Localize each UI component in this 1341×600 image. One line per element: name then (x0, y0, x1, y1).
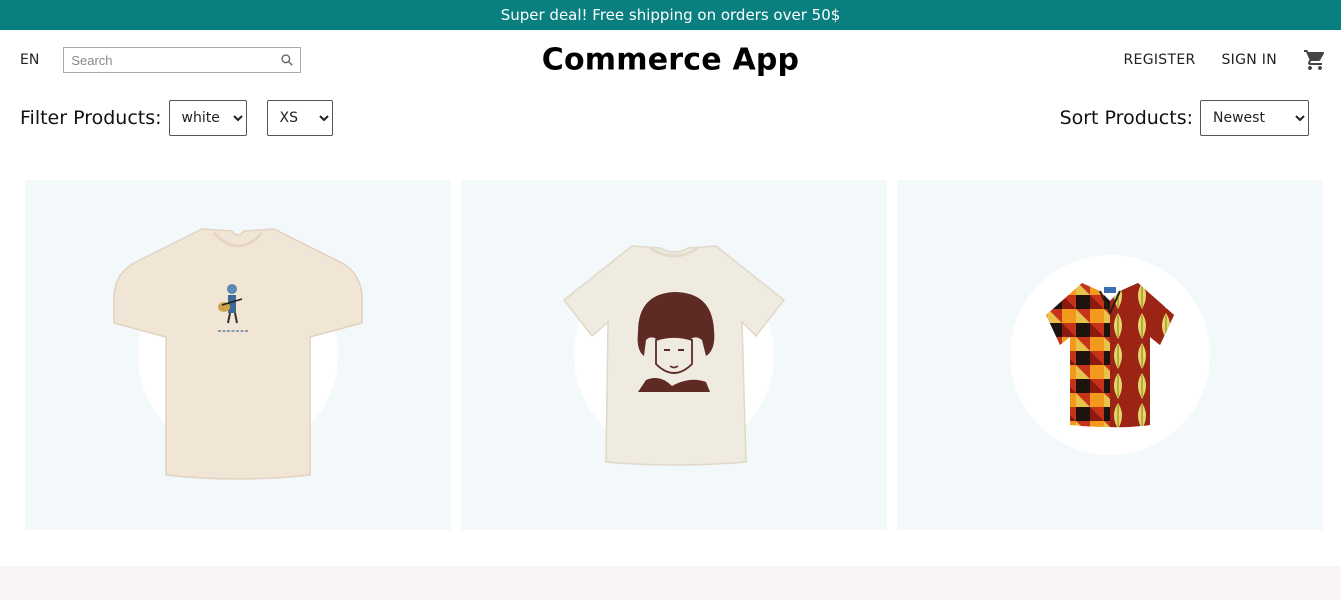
footer-section (0, 566, 1341, 600)
tshirt-guitar-print-icon (110, 225, 366, 485)
sort-select[interactable]: Newest (1200, 100, 1309, 136)
announcement-bar: Super deal! Free shipping on orders over… (0, 0, 1341, 30)
search-input[interactable] (69, 51, 281, 69)
product-card[interactable] (461, 180, 887, 530)
filter-products-title: Filter Products: (20, 107, 162, 129)
navbar-left: EN (20, 47, 302, 73)
size-filter-select[interactable]: XS (266, 100, 333, 136)
product-card[interactable] (897, 180, 1323, 530)
filter-products-group: Filter Products: white XS (20, 100, 333, 136)
app-logo[interactable]: Commerce App (542, 43, 799, 78)
announcement-text: Super deal! Free shipping on orders over… (500, 6, 841, 24)
sort-products-title: Sort Products: (1059, 107, 1193, 129)
color-filter-select[interactable]: white (168, 100, 247, 136)
navbar-right: REGISTER SIGN IN (1124, 48, 1327, 72)
search-icon[interactable] (280, 53, 294, 67)
language-selector[interactable]: EN (20, 52, 39, 68)
shopping-cart-icon[interactable] (1303, 48, 1327, 72)
patterned-shirt-icon (1034, 281, 1186, 429)
register-link[interactable]: REGISTER (1124, 52, 1196, 68)
product-card[interactable] (25, 180, 451, 530)
filter-bar: Filter Products: white XS Sort Products:… (0, 90, 1341, 146)
search-container[interactable] (63, 47, 302, 73)
tshirt-portrait-print-icon (556, 242, 792, 468)
navbar: EN Commerce App REGISTER SIGN IN (0, 30, 1341, 90)
sign-in-link[interactable]: SIGN IN (1222, 52, 1278, 68)
product-grid (0, 180, 1341, 530)
sort-products-group: Sort Products: Newest (1060, 100, 1309, 136)
